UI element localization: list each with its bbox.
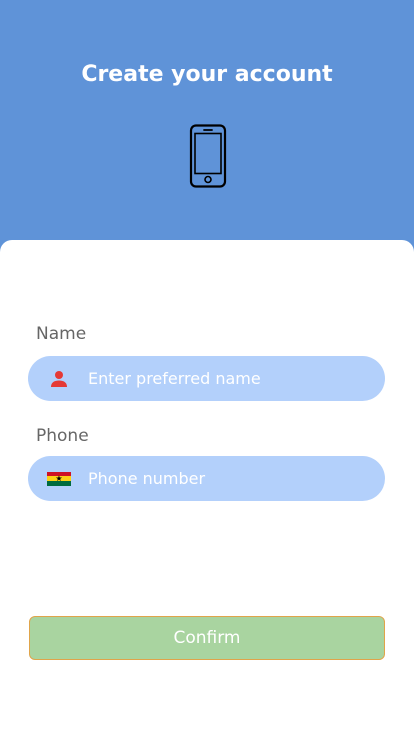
phone-input[interactable]: [88, 469, 358, 488]
name-label: Name: [36, 324, 87, 344]
name-field[interactable]: [28, 356, 385, 401]
page-title: Create your account: [81, 62, 333, 87]
name-input[interactable]: [88, 369, 358, 388]
person-icon: [30, 369, 88, 389]
phone-label: Phone: [36, 426, 89, 446]
ghana-flag-icon[interactable]: ★: [30, 471, 88, 486]
create-account-screen: Create your account Name Phone ★: [0, 0, 414, 736]
confirm-button[interactable]: Confirm: [29, 616, 385, 660]
smartphone-icon: [189, 124, 227, 188]
header: Create your account: [0, 0, 414, 260]
phone-field[interactable]: ★: [28, 456, 385, 501]
